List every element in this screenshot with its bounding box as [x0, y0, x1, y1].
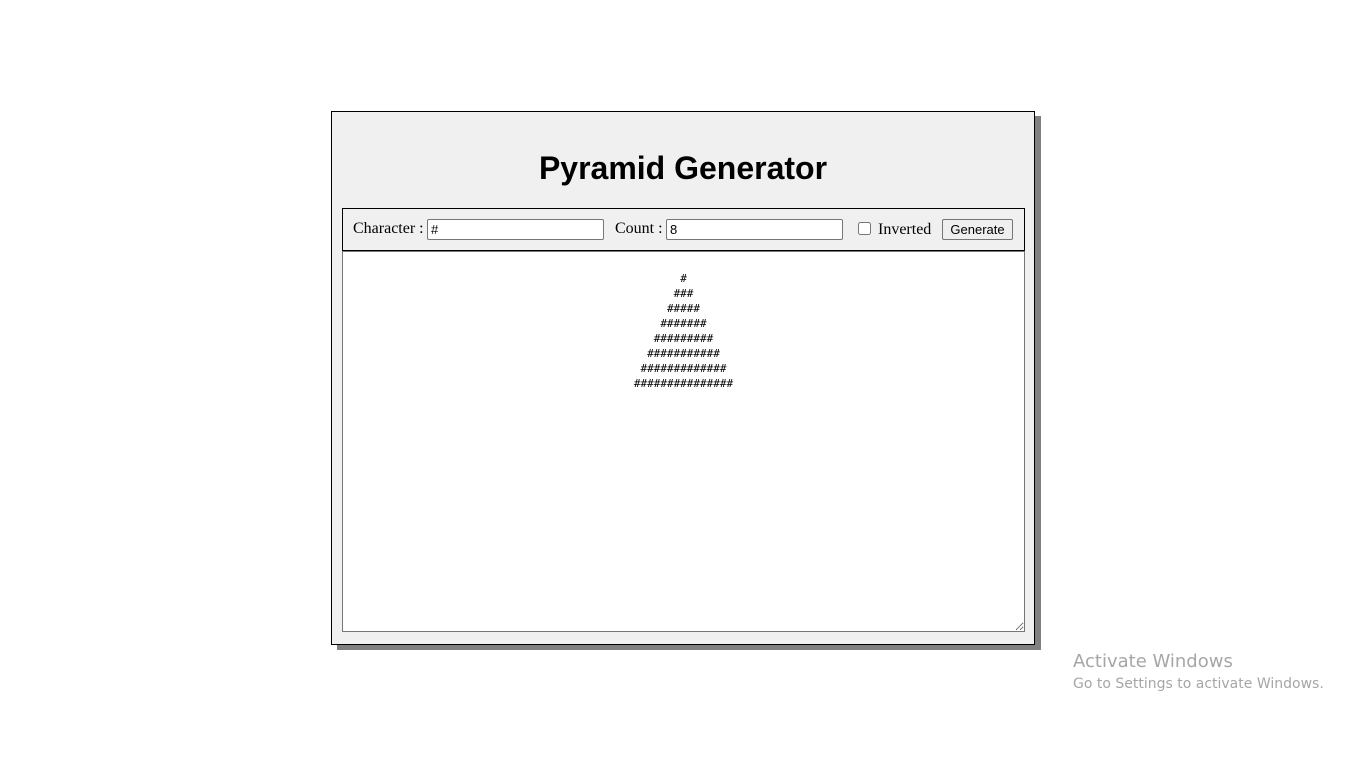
controls-bar: Character : Count : Inverted Generate — [342, 208, 1025, 251]
pyramid-output-textarea[interactable]: # ### ##### ####### ######### ##########… — [342, 251, 1025, 632]
watermark-subtitle: Go to Settings to activate Windows. — [1073, 676, 1324, 692]
generate-button[interactable]: Generate — [942, 219, 1013, 240]
pyramid-generator-window: Pyramid Generator Character : Count : In… — [331, 111, 1035, 645]
count-label: Count : — [615, 220, 663, 237]
activate-windows-watermark: Activate Windows Go to Settings to activ… — [1073, 651, 1324, 693]
inverted-label: Inverted — [878, 221, 932, 238]
watermark-title: Activate Windows — [1073, 651, 1233, 672]
count-input[interactable] — [666, 219, 843, 240]
character-label: Character : — [353, 220, 424, 237]
character-input[interactable] — [427, 219, 604, 240]
inverted-checkbox[interactable] — [858, 222, 871, 235]
page-title: Pyramid Generator — [538, 150, 828, 186]
